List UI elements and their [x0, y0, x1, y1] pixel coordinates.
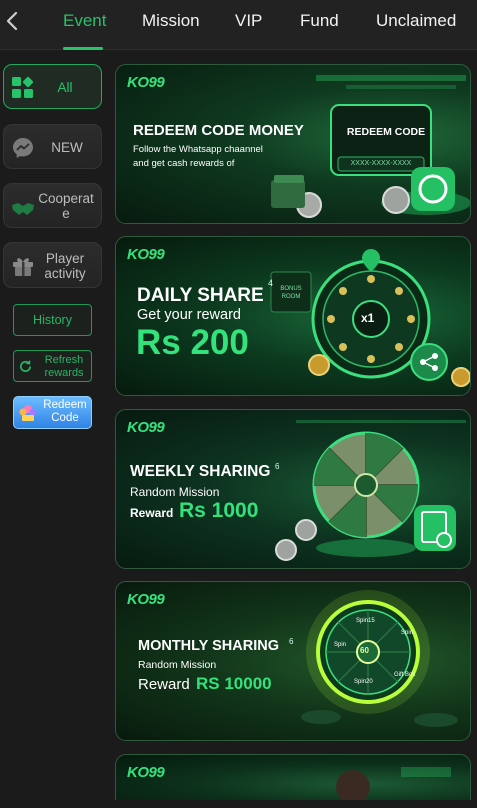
- brand-logo: KO99: [127, 764, 165, 781]
- banner-subtitle: Random Mission: [130, 485, 220, 499]
- banner-title: REDEEM CODE MONEY: [133, 122, 304, 139]
- banner-amount: Rs 200: [136, 323, 249, 362]
- brand-logo: KO99: [127, 74, 165, 91]
- brand-logo: KO99: [127, 246, 165, 263]
- banner-weekly-sharing[interactable]: KO99 WEEKLY SHARING 6 Random Mission Rew…: [115, 409, 471, 569]
- reward-label: Reward: [138, 676, 190, 693]
- grid-icon: [12, 76, 34, 98]
- wheel-center-label: 60: [360, 646, 369, 655]
- tab-unclaimed[interactable]: Unclaimed: [376, 11, 456, 31]
- redeem-card-title: REDEEM CODE: [346, 126, 426, 138]
- flower-gift-icon: [19, 405, 37, 421]
- refresh-icon: [20, 359, 32, 372]
- handshake-icon: [12, 203, 34, 215]
- redeem-code-label: Redeem Code: [43, 399, 87, 424]
- banner-line-2: and get cash rewards of: [133, 158, 235, 169]
- bottom-nav-edge: [0, 800, 477, 808]
- brand-logo: KO99: [127, 419, 165, 436]
- wheel-segment-label: Spin15: [356, 618, 375, 624]
- wheel-segment-label: Spin: [334, 642, 347, 648]
- gift-icon: [13, 258, 33, 276]
- reward-label: Reward: [130, 506, 174, 520]
- top-nav: Event Mission VIP Fund Unclaimed: [0, 0, 477, 50]
- history-button[interactable]: History: [13, 304, 92, 336]
- redeem-code-button[interactable]: Redeem Code: [13, 396, 92, 429]
- banner-monthly-sharing[interactable]: KO99 MONTHLY SHARING 6 Random Mission Re…: [115, 581, 471, 741]
- redeem-card-code: XXXX-XXXX-XXXX: [350, 160, 412, 167]
- refresh-rewards-button[interactable]: Refresh rewards: [13, 350, 92, 382]
- banner-title: MONTHLY SHARING: [138, 638, 279, 654]
- refresh-rewards-label: Refresh rewards: [44, 354, 84, 379]
- active-tab-indicator: [63, 47, 103, 50]
- bonus-room-sign: BONUS ROOM: [280, 286, 302, 300]
- wheel-badge: 4: [268, 278, 274, 288]
- tab-mission[interactable]: Mission: [142, 11, 200, 31]
- messenger-icon: [13, 138, 33, 158]
- banner-redeem-code-money[interactable]: KO99 REDEEM CODE MONEY Follow the Whatsa…: [115, 64, 471, 224]
- banner-title: WEEKLY SHARING: [130, 463, 271, 480]
- wheel-segment-label: Spin: [401, 630, 414, 636]
- banner-line-1: Follow the Whatsapp chaannel: [133, 144, 263, 155]
- wheel-segment-label: Gift Box: [394, 672, 416, 678]
- tab-vip[interactable]: VIP: [235, 11, 262, 31]
- banner-badge: 6: [289, 637, 294, 646]
- banner-daily-share[interactable]: KO99 DAILY SHARE 4 Get your reward Rs 20…: [115, 236, 471, 396]
- brand-logo: KO99: [127, 591, 165, 608]
- sidebar-item-player-activity[interactable]: Player activity: [3, 242, 102, 288]
- sidebar-item-label: NEW: [51, 140, 83, 155]
- sidebar-item-cooperate[interactable]: Cooperate: [3, 183, 102, 228]
- banner-amount: RS 10000: [196, 674, 272, 693]
- wheel-segment-label: Spin20: [354, 679, 373, 685]
- sidebar-item-label: Cooperate: [38, 191, 94, 221]
- banner-badge: 6: [275, 462, 280, 471]
- wheel-center-label: x1: [361, 311, 375, 325]
- banner-amount: Rs 1000: [179, 499, 259, 522]
- banner-title: DAILY SHARE: [137, 285, 264, 306]
- banner-subtitle: Random Mission: [138, 659, 217, 671]
- sidebar-item-all[interactable]: All: [3, 64, 102, 109]
- sidebar-item-new[interactable]: NEW: [3, 124, 102, 169]
- tab-event[interactable]: Event: [63, 11, 106, 31]
- sidebar-item-label: All: [57, 80, 73, 95]
- banner-subtitle: Get your reward: [137, 307, 241, 323]
- tab-fund[interactable]: Fund: [300, 11, 339, 31]
- sidebar-item-label: Player activity: [44, 251, 86, 281]
- back-arrow-icon[interactable]: [2, 8, 24, 34]
